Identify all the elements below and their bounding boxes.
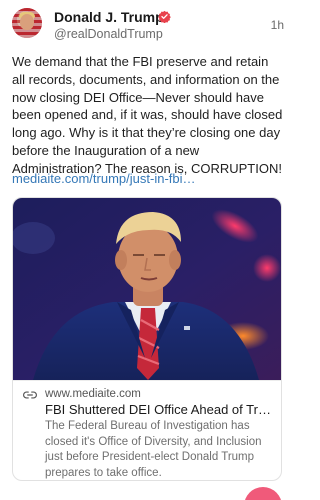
link-icon [23,391,37,399]
link-preview-card[interactable]: www.mediaite.com FBI Shuttered DEI Offic… [12,197,282,481]
card-meta: www.mediaite.com FBI Shuttered DEI Offic… [13,380,281,480]
display-name[interactable]: Donald J. Trump [54,9,164,25]
compose-button[interactable] [244,487,282,500]
post-text: We demand that the FBI preserve and reta… [12,54,283,176]
avatar[interactable] [12,8,42,38]
post-link[interactable]: mediaite.com/trump/just-in-fbi… [12,171,196,186]
card-image [13,198,281,380]
card-domain: www.mediaite.com [45,388,141,400]
timestamp: 1h [270,18,284,32]
handle[interactable]: @realDonaldTrump [54,27,163,41]
verified-badge-icon [158,10,171,23]
card-description: The Federal Bureau of Investigation has … [45,420,262,479]
post-header: Donald J. Trump @realDonaldTrump 1h [12,8,284,48]
card-title[interactable]: FBI Shuttered DEI Office Ahead of Tru… [45,402,277,417]
